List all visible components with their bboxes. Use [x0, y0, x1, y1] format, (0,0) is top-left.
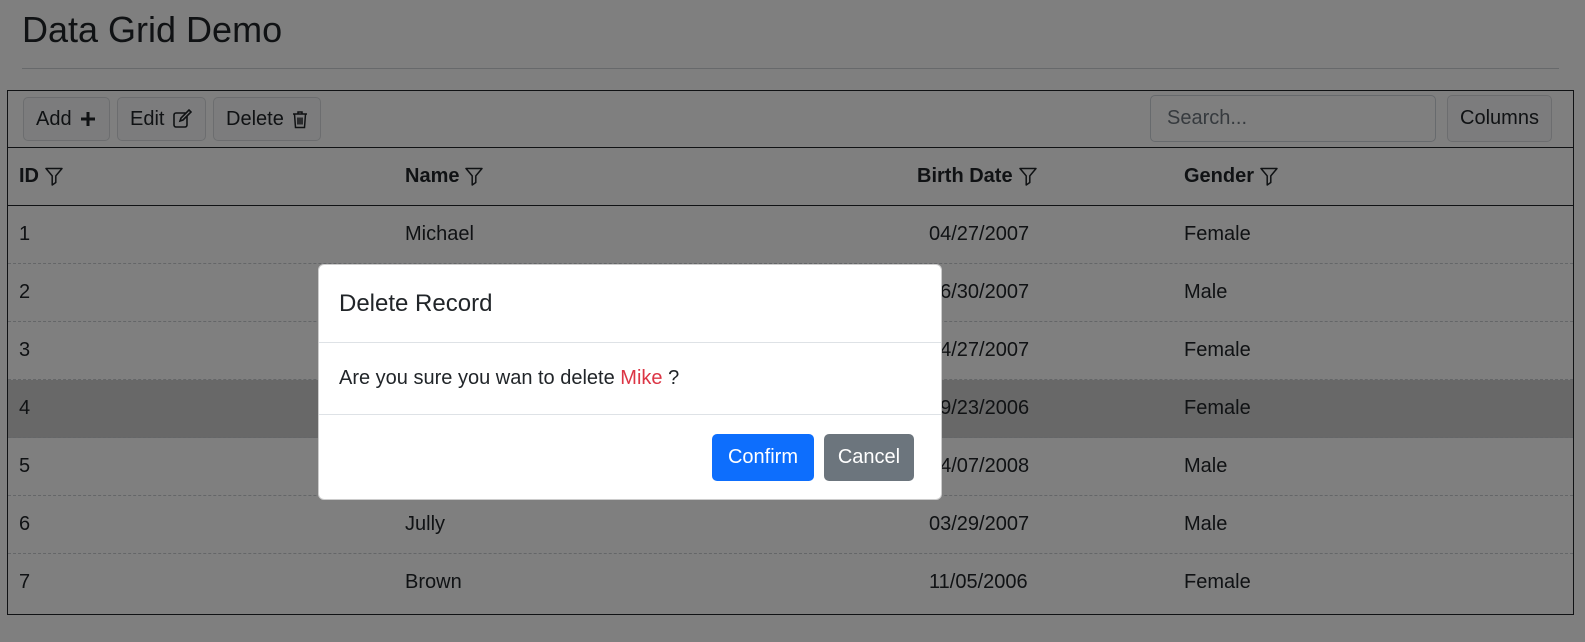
cancel-button[interactable]: Cancel	[824, 434, 914, 481]
dialog-message-suffix: ?	[662, 367, 680, 389]
dialog-header: Delete Record	[319, 265, 941, 343]
dialog-message-prefix: Are you sure you wan to delete	[339, 367, 621, 389]
delete-record-dialog: Delete Record Are you sure you wan to de…	[318, 264, 942, 500]
dialog-message: Are you sure you wan to delete Mike ?	[319, 343, 941, 415]
dialog-record-name: Mike	[620, 367, 663, 389]
confirm-button[interactable]: Confirm	[712, 434, 814, 481]
dialog-title: Delete Record	[339, 290, 493, 317]
